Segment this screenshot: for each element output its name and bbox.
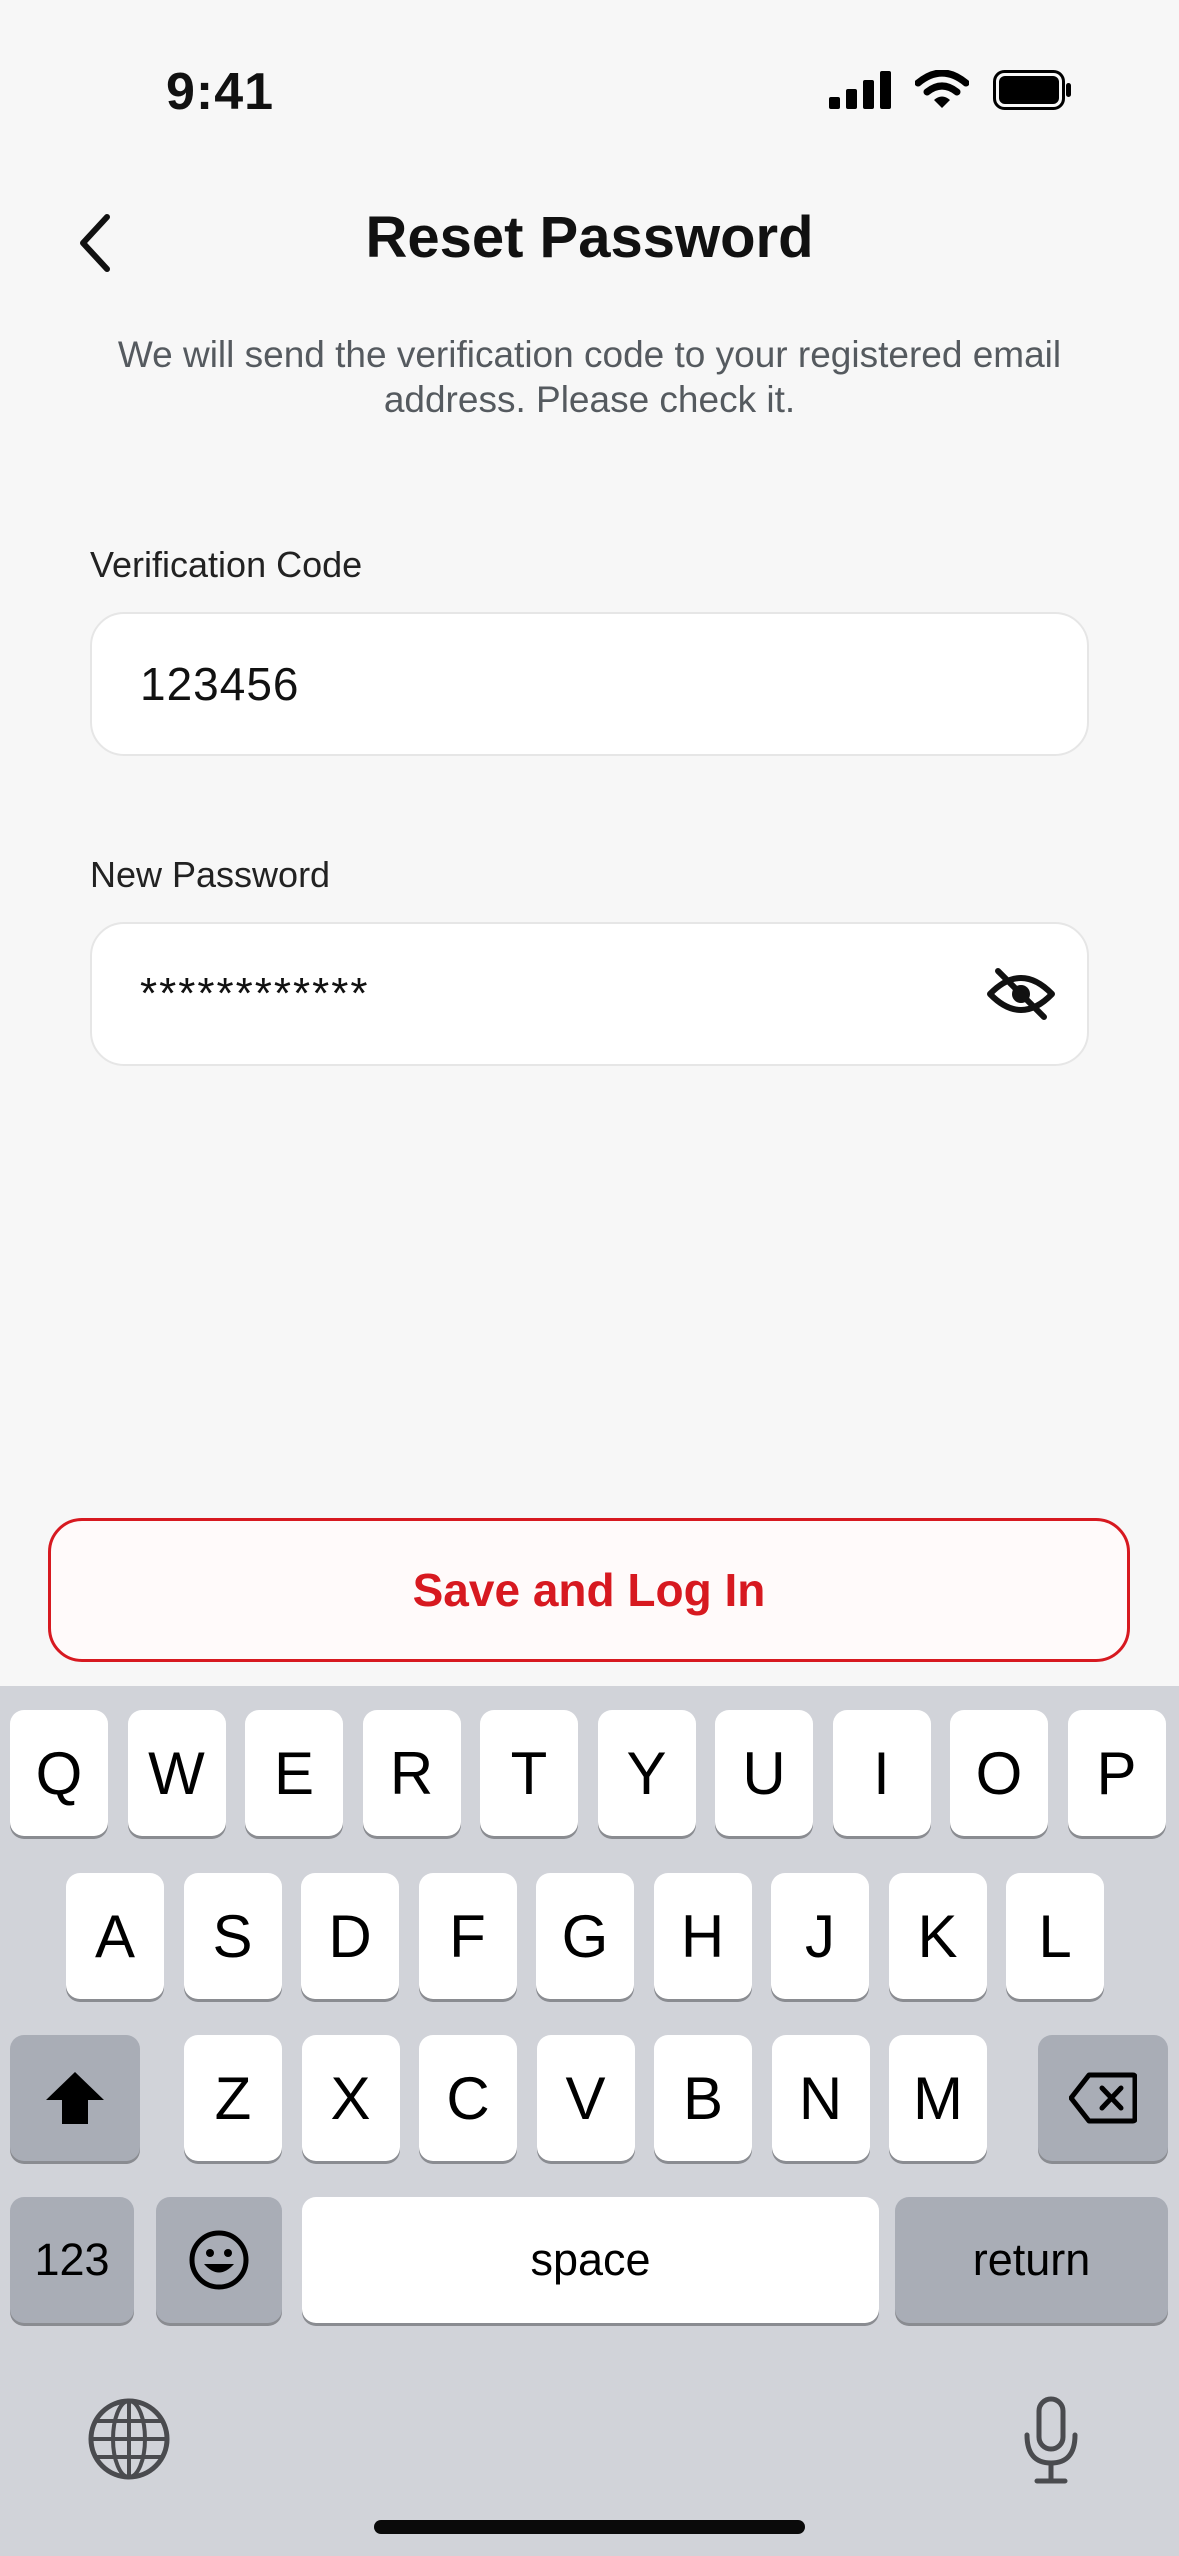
globe-key[interactable] — [84, 2394, 174, 2484]
globe-icon — [88, 2398, 170, 2480]
key-i[interactable]: I — [832, 1710, 931, 1836]
key-s[interactable]: S — [183, 1873, 282, 1999]
new-password-label: New Password — [90, 854, 331, 895]
new-password-input[interactable]: ************ — [90, 922, 1089, 1066]
backspace-icon — [1069, 2072, 1137, 2124]
delete-key[interactable] — [1038, 2035, 1168, 2161]
key-y[interactable]: Y — [597, 1710, 696, 1836]
battery-icon — [993, 70, 1071, 110]
key-u[interactable]: U — [715, 1710, 813, 1836]
key-x[interactable]: X — [301, 2035, 400, 2161]
key-f[interactable]: F — [418, 1873, 517, 1999]
return-key[interactable]: return — [895, 2197, 1168, 2323]
verification-code-input[interactable]: 123456 — [90, 612, 1089, 756]
password-visibility-toggle[interactable] — [985, 960, 1057, 1028]
key-w[interactable]: W — [127, 1710, 226, 1836]
save-and-log-in-button[interactable]: Save and Log In — [48, 1518, 1130, 1662]
key-t[interactable]: T — [480, 1710, 578, 1836]
verification-code-label: Verification Code — [90, 544, 363, 585]
key-o[interactable]: O — [950, 1710, 1048, 1836]
space-key[interactable]: space — [302, 2197, 879, 2323]
key-n[interactable]: N — [771, 2035, 870, 2161]
key-c[interactable]: C — [419, 2035, 517, 2161]
key-d[interactable]: D — [301, 1873, 399, 1999]
key-b[interactable]: B — [654, 2035, 752, 2161]
shift-key[interactable] — [10, 2035, 140, 2161]
shift-arrow-icon — [46, 2072, 104, 2124]
key-e[interactable]: E — [245, 1710, 343, 1836]
key-a[interactable]: A — [66, 1873, 164, 1999]
emoji-key[interactable] — [156, 2197, 282, 2323]
key-l[interactable]: L — [1006, 1873, 1104, 1999]
numbers-key[interactable]: 123 — [10, 2197, 134, 2323]
key-v[interactable]: V — [536, 2035, 635, 2161]
key-p[interactable]: P — [1067, 1710, 1166, 1836]
verification-code-value: 123456 — [140, 658, 300, 710]
microphone-icon — [1024, 2396, 1078, 2484]
emoji-icon — [189, 2230, 249, 2290]
wifi-icon — [915, 70, 969, 108]
key-r[interactable]: R — [362, 1710, 461, 1836]
key-m[interactable]: M — [889, 2035, 987, 2161]
microphone-key[interactable] — [1006, 2390, 1096, 2490]
page-title: Reset Password — [365, 205, 814, 270]
page-subtitle: We will send the verification code to yo… — [117, 334, 1062, 420]
key-z[interactable]: Z — [184, 2035, 282, 2161]
status-time: 9:41 — [165, 63, 275, 121]
new-password-value: ************ — [140, 969, 370, 1018]
status-icons — [829, 70, 1073, 110]
key-q[interactable]: Q — [10, 1710, 108, 1836]
key-g[interactable]: G — [536, 1873, 634, 1999]
key-k[interactable]: K — [888, 1873, 987, 1999]
cellular-signal-icon — [829, 71, 891, 109]
home-indicator — [374, 2520, 805, 2534]
status-bar: 9:41 — [0, 0, 1179, 190]
key-j[interactable]: J — [771, 1873, 869, 1999]
eye-slash-icon — [987, 968, 1055, 1020]
key-h[interactable]: H — [653, 1873, 752, 1999]
